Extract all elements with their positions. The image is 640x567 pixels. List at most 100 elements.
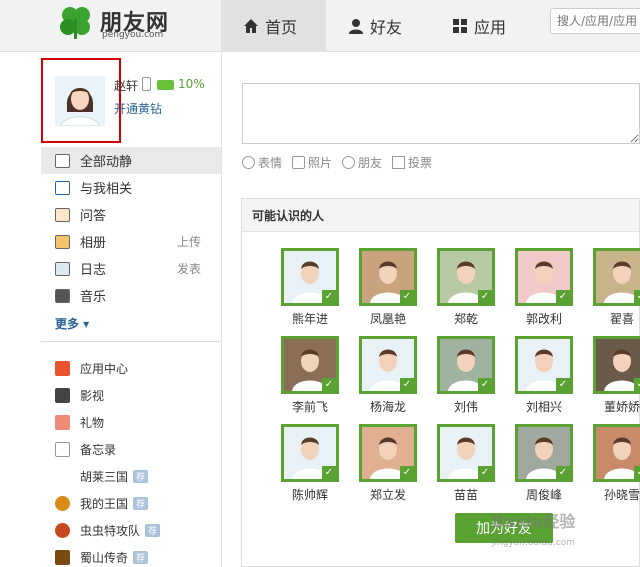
logo[interactable]: 朋友网 pengyou.com <box>56 2 186 46</box>
checkmark-icon[interactable]: ✓ <box>634 378 640 391</box>
person-card[interactable]: ✓ 周俊峰 <box>515 424 573 503</box>
app-item-bug-team[interactable]: 虫虫特攻队 荐 <box>41 517 221 544</box>
upload-link[interactable]: 上传 <box>177 233 201 250</box>
person-photo[interactable]: ✓ <box>515 248 573 306</box>
sidebar-item-album[interactable]: 相册 上传 <box>41 228 221 255</box>
person-card[interactable]: ✓ 孙晓雪 <box>593 424 640 503</box>
person-photo[interactable]: ✓ <box>593 336 640 394</box>
sidebar-item-music[interactable]: 音乐 <box>41 282 221 309</box>
sidebar-item-all-feeds[interactable]: 全部动静 <box>41 147 221 174</box>
checkmark-icon[interactable]: ✓ <box>400 466 414 479</box>
person-photo[interactable]: ✓ <box>437 248 495 306</box>
checkmark-icon[interactable]: ✓ <box>556 290 570 303</box>
sidebar-item-qa[interactable]: 问答 <box>41 201 221 228</box>
top-header: 朋友网 pengyou.com 首页 好友 应用 <box>0 0 640 52</box>
checkmark-icon[interactable]: ✓ <box>322 378 336 391</box>
checkmark-icon[interactable]: ✓ <box>478 466 492 479</box>
person-name[interactable]: 郭改利 <box>515 310 573 327</box>
person-name[interactable]: 苗苗 <box>437 486 495 503</box>
person-name[interactable]: 刘伟 <box>437 398 495 415</box>
app-item-kingdom[interactable]: 我的王国 荐 <box>41 490 221 517</box>
person-photo[interactable]: ✓ <box>515 336 573 394</box>
sidebar-item-label: 问答 <box>80 209 107 224</box>
person-name[interactable]: 李前飞 <box>281 398 339 415</box>
publish-link[interactable]: 发表 <box>177 260 201 277</box>
film-icon <box>55 388 70 403</box>
nav-home[interactable]: 首页 <box>221 0 326 52</box>
person-name[interactable]: 陈帅辉 <box>281 486 339 503</box>
app-item-shushan[interactable]: 蜀山传奇 荐 <box>41 544 221 567</box>
sidebar-item-mentions[interactable]: 与我相关 <box>41 174 221 201</box>
person-name[interactable]: 周俊峰 <box>515 486 573 503</box>
person-name[interactable]: 孙晓雪 <box>593 486 640 503</box>
checkmark-icon[interactable]: ✓ <box>322 290 336 303</box>
person-name[interactable]: 凤凰艳 <box>359 310 417 327</box>
app-item-gift[interactable]: 礼物 <box>41 409 221 436</box>
status-input[interactable] <box>242 83 640 144</box>
profile-percent: 10% <box>178 77 205 91</box>
person-photo[interactable]: ✓ <box>437 336 495 394</box>
vip-card-icon[interactable] <box>157 80 174 90</box>
person-name[interactable]: 郑乾 <box>437 310 495 327</box>
person-photo[interactable]: ✓ <box>281 336 339 394</box>
person-photo[interactable]: ✓ <box>359 424 417 482</box>
person-photo[interactable]: ✓ <box>281 248 339 306</box>
app-item-app-center[interactable]: 应用中心 <box>41 355 221 382</box>
checkmark-icon[interactable]: ✓ <box>634 290 640 303</box>
checkmark-icon[interactable]: ✓ <box>556 378 570 391</box>
checkmark-icon[interactable]: ✓ <box>400 378 414 391</box>
person-card[interactable]: ✓ 陈帅辉 <box>281 424 339 503</box>
person-card[interactable]: ✓ 郑立发 <box>359 424 417 503</box>
person-card[interactable]: ✓ 董娇娇 <box>593 336 640 415</box>
person-photo[interactable]: ✓ <box>359 336 417 394</box>
mobile-icon[interactable] <box>142 77 151 91</box>
checkmark-icon[interactable]: ✓ <box>322 466 336 479</box>
person-card[interactable]: ✓ 刘相兴 <box>515 336 573 415</box>
checkmark-icon[interactable]: ✓ <box>478 290 492 303</box>
person-photo[interactable]: ✓ <box>593 424 640 482</box>
person-card[interactable]: ✓ 郑乾 <box>437 248 495 327</box>
person-card[interactable]: ✓ 郭改利 <box>515 248 573 327</box>
person-name[interactable]: 郑立发 <box>359 486 417 503</box>
person-name[interactable]: 刘相兴 <box>515 398 573 415</box>
app-center-icon <box>55 361 70 376</box>
person-photo[interactable]: ✓ <box>437 424 495 482</box>
person-card[interactable]: ✓ 熊年进 <box>281 248 339 327</box>
person-name[interactable]: 翟喜 <box>593 310 640 327</box>
camera-icon <box>292 156 306 169</box>
checkmark-icon[interactable]: ✓ <box>400 290 414 303</box>
checkmark-icon[interactable]: ✓ <box>478 378 492 391</box>
sidebar-item-blog[interactable]: 日志 发表 <box>41 255 221 282</box>
tool-photo[interactable]: 照片 <box>292 154 332 171</box>
app-item-video[interactable]: 影视 <box>41 382 221 409</box>
app-item-memo[interactable]: 备忘录 <box>41 436 221 463</box>
more-link[interactable]: 更多 ▾ <box>41 309 221 337</box>
checkmark-icon[interactable]: ✓ <box>556 466 570 479</box>
nav-apps[interactable]: 应用 <box>452 0 506 52</box>
person-photo[interactable]: ✓ <box>515 424 573 482</box>
open-vip-link[interactable]: 开通黄钻 <box>114 100 162 117</box>
gift-icon <box>55 415 70 430</box>
person-card[interactable]: ✓ 苗苗 <box>437 424 495 503</box>
search-input[interactable] <box>550 8 640 34</box>
person-card[interactable]: ✓ 翟喜 <box>593 248 640 327</box>
person-name[interactable]: 杨海龙 <box>359 398 417 415</box>
checkmark-icon[interactable]: ✓ <box>634 466 640 479</box>
person-card[interactable]: ✓ 凤凰艳 <box>359 248 417 327</box>
person-card[interactable]: ✓ 刘伟 <box>437 336 495 415</box>
person-name[interactable]: 熊年进 <box>281 310 339 327</box>
tool-friend[interactable]: 朋友 <box>342 154 382 171</box>
tool-emoji[interactable]: 表情 <box>242 154 282 171</box>
avatar[interactable] <box>55 76 105 126</box>
profile-name[interactable]: 赵轩 <box>114 77 138 94</box>
app-item-label: 蜀山传奇 <box>80 551 129 565</box>
person-photo[interactable]: ✓ <box>359 248 417 306</box>
person-card[interactable]: ✓ 杨海龙 <box>359 336 417 415</box>
person-photo[interactable]: ✓ <box>593 248 640 306</box>
person-card[interactable]: ✓ 李前飞 <box>281 336 339 415</box>
tool-vote[interactable]: 投票 <box>392 154 432 171</box>
nav-friends[interactable]: 好友 <box>348 0 402 52</box>
app-item-hulai[interactable]: 胡莱三国 荐 <box>41 463 221 490</box>
person-photo[interactable]: ✓ <box>281 424 339 482</box>
person-name[interactable]: 董娇娇 <box>593 398 640 415</box>
